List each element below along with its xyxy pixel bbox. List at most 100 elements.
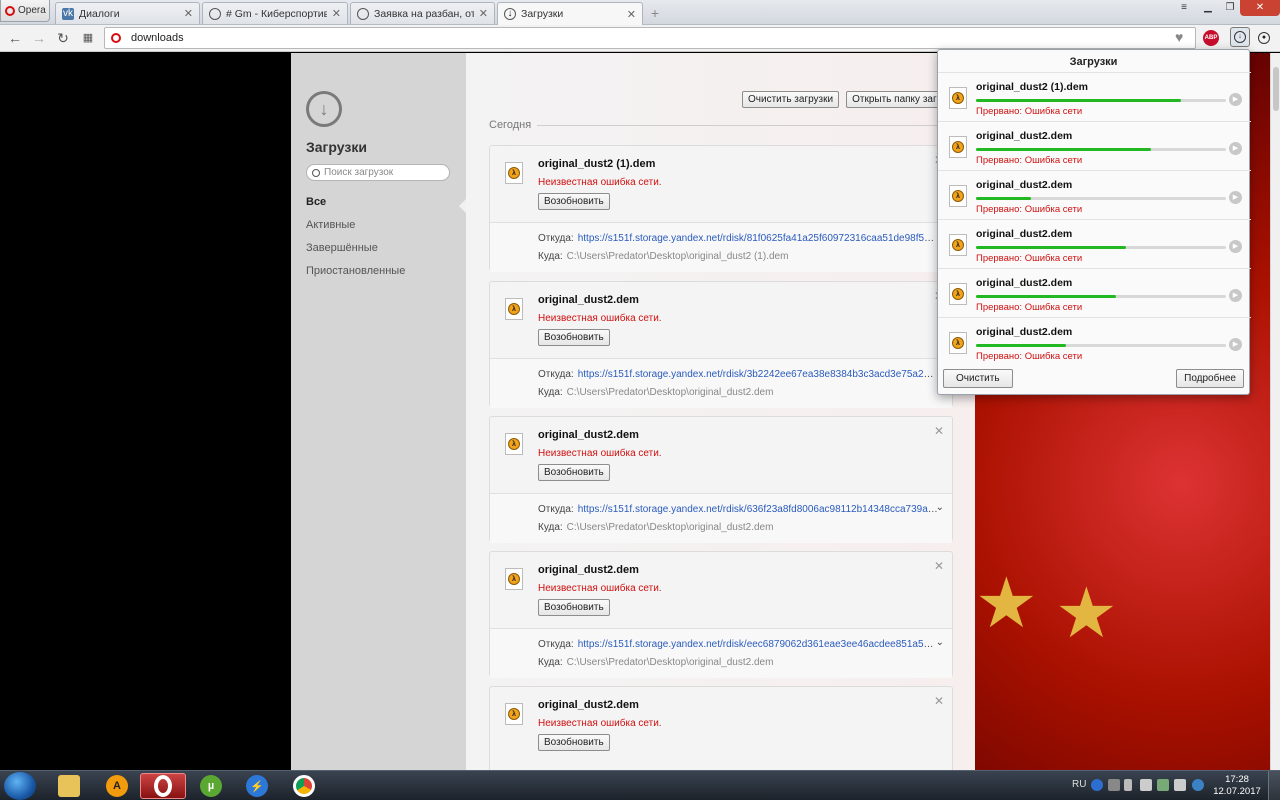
resume-button[interactable]: Возобновить bbox=[538, 734, 610, 751]
file-name[interactable]: original_dust2.dem bbox=[538, 429, 639, 441]
download-card-details: Откуда: https://s151f.storage.yandex.net/… bbox=[490, 222, 952, 272]
taskbar-aimp[interactable]: A bbox=[94, 773, 140, 799]
resume-icon[interactable]: ▶ bbox=[1229, 240, 1242, 253]
start-button[interactable] bbox=[4, 772, 36, 800]
search-box[interactable] bbox=[306, 164, 450, 181]
tab-downloads[interactable]: ↓ Загрузки ✕ bbox=[497, 2, 643, 25]
download-card: λ original_dust2.dem Неизвестная ошибка … bbox=[489, 416, 953, 543]
remove-download-icon[interactable]: ✕ bbox=[934, 559, 944, 573]
action-center-icon[interactable] bbox=[1140, 779, 1152, 791]
file-name[interactable]: original_dust2 (1).dem bbox=[538, 158, 655, 170]
search-input[interactable] bbox=[324, 167, 444, 178]
bookmark-heart-icon[interactable]: ♥ bbox=[1175, 29, 1183, 45]
source-link[interactable]: https://s151f.storage.yandex.net/rdisk/6… bbox=[578, 504, 938, 515]
source-link[interactable]: https://s151f.storage.yandex.net/rdisk/e… bbox=[578, 639, 938, 650]
filter-paused[interactable]: Приостановленные bbox=[306, 265, 405, 288]
user-icon: ● bbox=[1258, 32, 1270, 44]
minimize-icon[interactable]: ▁ bbox=[1196, 0, 1220, 16]
source-link[interactable]: https://s151f.storage.yandex.net/rdisk/8… bbox=[578, 233, 938, 244]
day-label: Сегодня bbox=[489, 119, 532, 131]
to-label: Куда: bbox=[538, 522, 563, 533]
popup-download-item[interactable]: λ original_dust2 (1).dem ▶ Прервано: Оши… bbox=[938, 72, 1251, 121]
resume-icon[interactable]: ▶ bbox=[1229, 338, 1242, 351]
tab-menu-icon[interactable]: ≡ bbox=[1172, 0, 1196, 16]
resume-button[interactable]: Возобновить bbox=[538, 329, 610, 346]
close-tab-icon[interactable]: ✕ bbox=[184, 7, 193, 20]
taskbar-chrome[interactable] bbox=[281, 773, 327, 799]
popup-file-name: original_dust2 (1).dem bbox=[976, 81, 1089, 93]
url-text[interactable]: downloads bbox=[131, 32, 184, 44]
filter-active[interactable]: Активные bbox=[306, 219, 405, 242]
filter-nav: Все Активные Завершённые Приостановленны… bbox=[306, 196, 405, 288]
page-scrollbar[interactable] bbox=[1270, 53, 1280, 770]
resume-icon[interactable]: ▶ bbox=[1229, 289, 1242, 302]
system-clock[interactable]: 17:28 12.07.2017 bbox=[1212, 774, 1262, 798]
new-tab-icon[interactable]: + bbox=[647, 5, 663, 21]
taskbar-opera[interactable] bbox=[140, 773, 186, 799]
popup-download-item[interactable]: λ original_dust2.dem ▶ Прервано: Ошибка … bbox=[938, 219, 1251, 268]
reload-icon[interactable]: ↻ bbox=[53, 28, 73, 48]
chevron-down-icon[interactable]: ⌄ bbox=[936, 637, 944, 648]
tray-expand-icon[interactable] bbox=[1124, 779, 1132, 791]
download-card: λ original_dust2.dem Неизвестная ошибка … bbox=[489, 281, 953, 408]
close-tab-icon[interactable]: ✕ bbox=[332, 7, 341, 20]
page-title: Загрузки bbox=[306, 139, 367, 155]
adblock-plus-icon[interactable]: ABP bbox=[1203, 30, 1219, 46]
popup-clear-button[interactable]: Очистить bbox=[943, 369, 1013, 388]
chevron-down-icon[interactable]: ⌄ bbox=[936, 502, 944, 513]
popup-download-item[interactable]: λ original_dust2.dem ▶ Прервано: Ошибка … bbox=[938, 268, 1251, 317]
close-tab-icon[interactable]: ✕ bbox=[627, 8, 636, 21]
resume-icon[interactable]: ▶ bbox=[1229, 191, 1242, 204]
scrollbar-thumb[interactable] bbox=[1273, 67, 1279, 111]
tab-title: # Gm - Киберспортивное bbox=[226, 7, 327, 20]
file-name[interactable]: original_dust2.dem bbox=[538, 564, 639, 576]
volume-icon[interactable] bbox=[1174, 779, 1186, 791]
close-tab-icon[interactable]: ✕ bbox=[479, 7, 488, 20]
tab-gm[interactable]: # Gm - Киберспортивное ✕ bbox=[202, 2, 348, 24]
file-name[interactable]: original_dust2.dem bbox=[538, 294, 639, 306]
show-desktop-button[interactable] bbox=[1268, 771, 1280, 800]
resume-button[interactable]: Возобновить bbox=[538, 599, 610, 616]
speed-dial-grid-icon[interactable]: ▦ bbox=[78, 28, 98, 48]
taskbar-explorer[interactable] bbox=[46, 773, 92, 799]
remove-download-icon[interactable]: ✕ bbox=[934, 424, 944, 438]
popup-status: Прервано: Ошибка сети bbox=[976, 302, 1083, 313]
keyboard-icon[interactable] bbox=[1108, 779, 1120, 791]
taskbar-utorrent[interactable]: µ bbox=[188, 773, 234, 799]
network-icon[interactable] bbox=[1157, 779, 1169, 791]
progress-fill bbox=[976, 295, 1116, 298]
back-icon[interactable]: ← bbox=[5, 28, 25, 48]
popup-download-item[interactable]: λ original_dust2.dem ▶ Прервано: Ошибка … bbox=[938, 121, 1251, 170]
file-name[interactable]: original_dust2.dem bbox=[538, 699, 639, 711]
source-link[interactable]: https://s151f.storage.yandex.net/rdisk/3… bbox=[578, 369, 938, 380]
taskbar-download-master[interactable]: ⚡ bbox=[234, 773, 280, 799]
opera-menu-button[interactable]: Opera bbox=[0, 0, 50, 22]
destination-path: C:\Users\Predator\Desktop\original_dust2… bbox=[566, 657, 774, 668]
forward-icon[interactable]: → bbox=[29, 28, 49, 48]
opera-logo-icon bbox=[5, 5, 15, 16]
remove-download-icon[interactable]: ✕ bbox=[934, 694, 944, 708]
tab-title: Заявка на разбан, от ВСЕХ bbox=[374, 7, 474, 20]
resume-button[interactable]: Возобновить bbox=[538, 464, 610, 481]
downloads-sidebar: ↓ Загрузки Все Активные Завершённые Прио… bbox=[291, 53, 466, 770]
resume-icon[interactable]: ▶ bbox=[1229, 93, 1242, 106]
downloads-toolbar-button[interactable]: ↓ bbox=[1230, 27, 1250, 47]
language-indicator[interactable]: RU bbox=[1072, 779, 1086, 790]
tab-dialogs[interactable]: vk Диалоги ✕ bbox=[55, 2, 200, 24]
restore-icon[interactable]: ❐ bbox=[1218, 0, 1242, 16]
avast-icon[interactable] bbox=[1192, 779, 1204, 791]
resume-button[interactable]: Возобновить bbox=[538, 193, 610, 210]
popup-download-item[interactable]: λ original_dust2.dem ▶ Прервано: Ошибка … bbox=[938, 170, 1251, 219]
user-profile-button[interactable]: ● bbox=[1256, 30, 1272, 46]
clear-downloads-button[interactable]: Очистить загрузки bbox=[742, 91, 840, 108]
progress-bar bbox=[976, 148, 1226, 151]
help-icon[interactable] bbox=[1091, 779, 1103, 791]
close-window-icon[interactable]: ✕ bbox=[1240, 0, 1280, 16]
popup-more-button[interactable]: Подробнее bbox=[1176, 369, 1244, 388]
filter-all[interactable]: Все bbox=[306, 196, 405, 219]
popup-download-item[interactable]: λ original_dust2.dem ▶ Прервано: Ошибка … bbox=[938, 317, 1251, 366]
filter-completed[interactable]: Завершённые bbox=[306, 242, 405, 265]
address-bar[interactable]: downloads bbox=[104, 27, 1196, 49]
tab-unban-request[interactable]: Заявка на разбан, от ВСЕХ ✕ bbox=[350, 2, 495, 24]
resume-icon[interactable]: ▶ bbox=[1229, 142, 1242, 155]
